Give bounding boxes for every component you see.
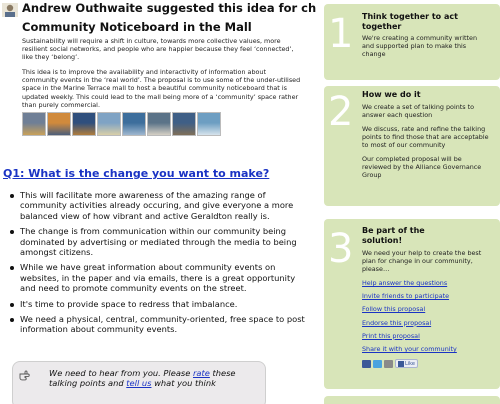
callout-prefix: We need to hear from you. Please <box>49 368 193 378</box>
next-panel <box>324 396 500 404</box>
facebook-like-button[interactable]: Like <box>395 359 418 368</box>
follow-proposal-link[interactable]: Follow this proposal <box>362 305 492 313</box>
step-paragraph: Our completed proposal will be reviewed … <box>362 155 482 179</box>
feedback-callout: We need to hear from you. Please rate th… <box>12 361 266 404</box>
photo-thumbnail[interactable] <box>97 112 121 136</box>
facebook-share-icon[interactable] <box>362 359 371 368</box>
photo-thumbnail[interactable] <box>172 112 196 136</box>
photo-thumbnail[interactable] <box>122 112 146 136</box>
step-1-panel: 1 Think together to act together We're c… <box>324 4 500 80</box>
pointing-hand-icon <box>19 370 30 381</box>
avatar-icon <box>2 3 18 17</box>
step-paragraph: We discuss, rate and refine the talking … <box>362 125 489 149</box>
suggested-by-text: Andrew Outhwaite suggested this idea for… <box>22 1 316 15</box>
tell-us-link[interactable]: tell us <box>126 378 151 388</box>
step-2-panel: 2 How we do it We create a set of talkin… <box>324 86 500 206</box>
photo-thumbnail[interactable] <box>22 112 46 136</box>
step-heading: How we do it <box>362 90 421 99</box>
action-links: Help answer the questions Invite friends… <box>362 279 492 358</box>
idea-description: Sustainability will require a shift in c… <box>22 37 304 116</box>
list-item: It's time to provide space to redress th… <box>10 299 306 309</box>
callout-suffix: what you think <box>151 378 216 389</box>
share-community-link[interactable]: Share it with your community <box>362 345 492 353</box>
idea-title: Community Noticeboard in the Mall <box>22 20 252 34</box>
idea-paragraph: Sustainability will require a shift in c… <box>22 37 294 62</box>
step-text: We're creating a community written and s… <box>362 34 477 58</box>
list-item: We need a physical, central, community-o… <box>10 314 306 335</box>
list-item: This will facilitate more awareness of t… <box>10 190 306 221</box>
step-heading: Think together to act together <box>362 12 458 31</box>
email-share-icon[interactable] <box>384 359 393 368</box>
photo-thumbnail[interactable] <box>197 112 221 136</box>
photo-thumbnail[interactable] <box>72 112 96 136</box>
step-text: We create a set of talking points to ans… <box>362 103 490 185</box>
photo-strip <box>22 112 221 136</box>
step-number: 3 <box>328 226 354 272</box>
photo-thumbnail[interactable] <box>147 112 171 136</box>
invite-friends-link[interactable]: Invite friends to participate <box>362 292 492 300</box>
twitter-share-icon[interactable] <box>373 359 382 368</box>
facebook-icon <box>398 360 404 367</box>
like-label: Like <box>405 360 415 367</box>
question-heading-link[interactable]: Q1: What is the change you want to make? <box>3 167 269 180</box>
share-buttons: Like <box>362 359 418 368</box>
step-text: We need your help to create the best pla… <box>362 249 482 273</box>
print-proposal-link[interactable]: Print this proposal <box>362 332 492 340</box>
sidebar: 1 Think together to act together We're c… <box>324 0 500 404</box>
list-item: While we have great information about co… <box>10 262 306 293</box>
endorse-proposal-link[interactable]: Endorse this proposal <box>362 319 492 327</box>
step-number: 1 <box>328 11 354 57</box>
help-answer-link[interactable]: Help answer the questions <box>362 279 492 287</box>
step-paragraph: We create a set of talking points to ans… <box>362 103 475 119</box>
step-heading: Be part of the solution! <box>362 226 425 245</box>
idea-column: Andrew Outhwaite suggested this idea for… <box>0 0 316 404</box>
rate-link[interactable]: rate <box>193 368 210 378</box>
step-number: 2 <box>328 89 354 135</box>
photo-thumbnail[interactable] <box>47 112 71 136</box>
talking-points-list: This will facilitate more awareness of t… <box>10 190 306 340</box>
callout-text: We need to hear from you. Please rate th… <box>49 368 259 389</box>
list-item: The change is from communication within … <box>10 226 306 257</box>
idea-paragraph: This idea is to improve the availability… <box>22 68 301 109</box>
step-3-panel: 3 Be part of the solution! We need your … <box>324 219 500 389</box>
